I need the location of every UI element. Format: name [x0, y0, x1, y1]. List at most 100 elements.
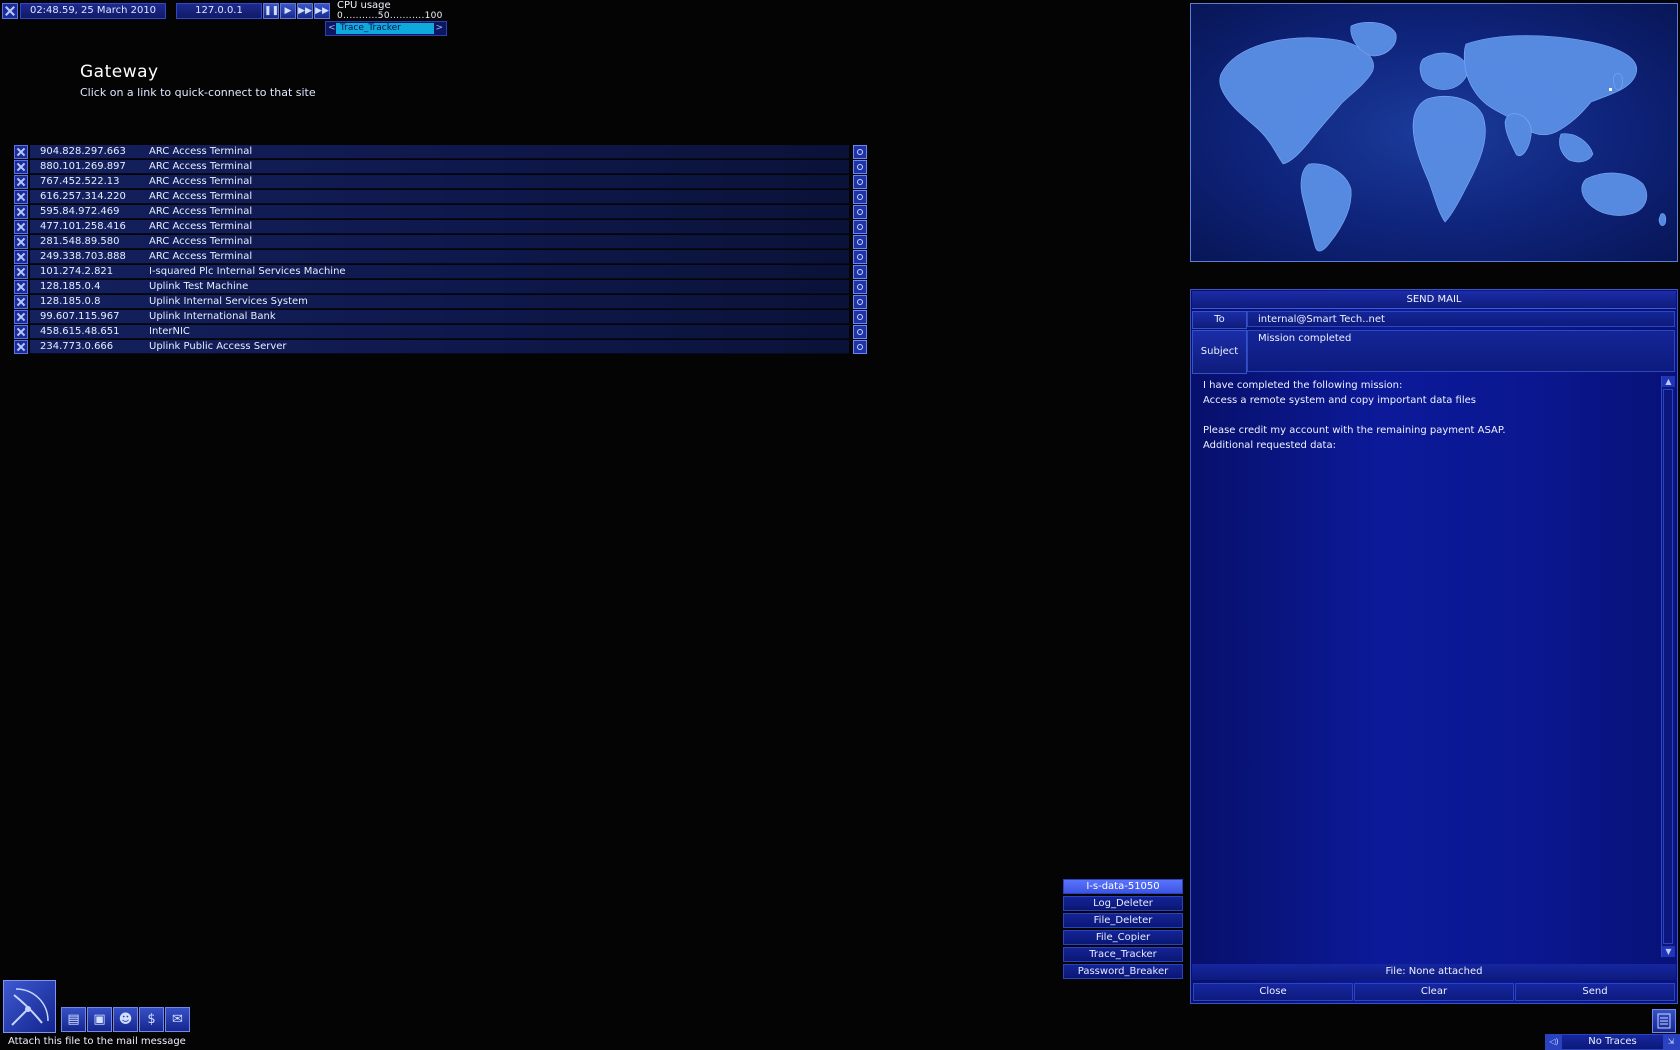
- link-ip[interactable]: 128.185.0.4: [40, 280, 100, 293]
- software-item[interactable]: Log_Deleter: [1063, 896, 1183, 911]
- link-row[interactable]: 281.548.89.580 ARC Access Terminal: [14, 235, 867, 249]
- show-on-map-icon[interactable]: [853, 310, 867, 324]
- link-ip[interactable]: 281.548.89.580: [40, 235, 120, 248]
- fastest-icon[interactable]: ▶▶: [314, 3, 330, 19]
- local-ip-display[interactable]: 127.0.0.1: [176, 3, 262, 19]
- link-ip[interactable]: 880.101.269.897: [40, 160, 126, 173]
- show-on-map-icon[interactable]: [853, 295, 867, 309]
- email-icon[interactable]: ✉: [165, 1007, 190, 1032]
- chevron-right-icon[interactable]: >: [435, 22, 443, 35]
- scroll-up-icon[interactable]: ▲: [1662, 376, 1675, 387]
- software-item[interactable]: Trace_Tracker: [1063, 947, 1183, 962]
- show-on-map-icon[interactable]: [853, 265, 867, 279]
- link-ip[interactable]: 767.452.522.13: [40, 175, 120, 188]
- software-item[interactable]: I-s-data-51050: [1063, 879, 1183, 894]
- main-menu-icon[interactable]: [3, 980, 56, 1033]
- chevron-left-icon[interactable]: <: [328, 22, 336, 35]
- show-on-map-icon[interactable]: [853, 205, 867, 219]
- link-row[interactable]: 880.101.269.897 ARC Access Terminal: [14, 160, 867, 174]
- link-ip[interactable]: 99.607.115.967: [40, 310, 120, 323]
- link-row[interactable]: 477.101.258.416 ARC Access Terminal: [14, 220, 867, 234]
- delete-link-icon[interactable]: [14, 295, 28, 309]
- link-name[interactable]: ARC Access Terminal: [149, 190, 252, 203]
- mail-body[interactable]: I have completed the following mission: …: [1192, 376, 1660, 957]
- link-row[interactable]: 767.452.522.13 ARC Access Terminal: [14, 175, 867, 189]
- personal-icon[interactable]: ☻: [113, 1007, 138, 1032]
- delete-link-icon[interactable]: [14, 310, 28, 324]
- exit-game-icon[interactable]: [2, 3, 18, 19]
- trace-expand-icon[interactable]: ⇲: [1663, 1035, 1679, 1049]
- delete-link-icon[interactable]: [14, 325, 28, 339]
- delete-link-icon[interactable]: [14, 220, 28, 234]
- show-on-map-icon[interactable]: [853, 175, 867, 189]
- link-ip[interactable]: 477.101.258.416: [40, 220, 126, 233]
- delete-link-icon[interactable]: [14, 280, 28, 294]
- finance-icon[interactable]: $: [139, 1007, 164, 1032]
- hardware-icon[interactable]: ▣: [87, 1007, 112, 1032]
- show-on-map-icon[interactable]: [853, 325, 867, 339]
- fast-forward-icon[interactable]: ▶▶: [297, 3, 313, 19]
- delete-link-icon[interactable]: [14, 265, 28, 279]
- delete-link-icon[interactable]: [14, 175, 28, 189]
- show-on-map-icon[interactable]: [853, 250, 867, 264]
- close-button[interactable]: Close: [1193, 983, 1353, 1001]
- link-name[interactable]: ARC Access Terminal: [149, 160, 252, 173]
- link-name[interactable]: I-squared Plc Internal Services Machine: [149, 265, 346, 278]
- link-row[interactable]: 904.828.297.663 ARC Access Terminal: [14, 145, 867, 159]
- notepad-icon[interactable]: [1652, 1009, 1676, 1033]
- link-name[interactable]: ARC Access Terminal: [149, 205, 252, 218]
- link-ip[interactable]: 904.828.297.663: [40, 145, 126, 158]
- world-map[interactable]: [1190, 3, 1678, 262]
- link-ip[interactable]: 458.615.48.651: [40, 325, 120, 338]
- software-item[interactable]: File_Copier: [1063, 930, 1183, 945]
- send-button[interactable]: Send: [1515, 983, 1675, 1001]
- software-icon[interactable]: ▤: [61, 1007, 86, 1032]
- scroll-down-icon[interactable]: ▼: [1662, 946, 1675, 957]
- link-row[interactable]: 128.185.0.8 Uplink Internal Services Syst…: [14, 295, 867, 309]
- link-ip[interactable]: 128.185.0.8: [40, 295, 100, 308]
- show-on-map-icon[interactable]: [853, 190, 867, 204]
- link-row[interactable]: 249.338.703.888 ARC Access Terminal: [14, 250, 867, 264]
- trace-indicator[interactable]: ◁) No Traces ⇲: [1545, 1034, 1680, 1050]
- link-row[interactable]: 616.257.314.220 ARC Access Terminal: [14, 190, 867, 204]
- mail-scrollbar[interactable]: ▲ ▼: [1661, 376, 1675, 957]
- show-on-map-icon[interactable]: [853, 280, 867, 294]
- delete-link-icon[interactable]: [14, 160, 28, 174]
- link-name[interactable]: InterNIC: [149, 325, 190, 338]
- link-name[interactable]: ARC Access Terminal: [149, 235, 252, 248]
- link-name[interactable]: ARC Access Terminal: [149, 220, 252, 233]
- show-on-map-icon[interactable]: [853, 340, 867, 354]
- link-row[interactable]: 234.773.0.666 Uplink Public Access Server: [14, 340, 867, 354]
- show-on-map-icon[interactable]: [853, 160, 867, 174]
- link-ip[interactable]: 249.338.703.888: [40, 250, 126, 263]
- link-row[interactable]: 101.274.2.821 I-squared Plc Internal Serv…: [14, 265, 867, 279]
- subject-field[interactable]: Mission completed: [1247, 330, 1675, 372]
- delete-link-icon[interactable]: [14, 235, 28, 249]
- software-item[interactable]: File_Deleter: [1063, 913, 1183, 928]
- link-ip[interactable]: 595.84.972.469: [40, 205, 120, 218]
- show-on-map-icon[interactable]: [853, 145, 867, 159]
- link-name[interactable]: Uplink Internal Services System: [149, 295, 308, 308]
- play-icon[interactable]: ▶: [280, 3, 296, 19]
- link-ip[interactable]: 234.773.0.666: [40, 340, 113, 353]
- delete-link-icon[interactable]: [14, 250, 28, 264]
- trace-sound-icon[interactable]: ◁): [1546, 1035, 1562, 1049]
- delete-link-icon[interactable]: [14, 190, 28, 204]
- link-name[interactable]: Uplink International Bank: [149, 310, 276, 323]
- link-name[interactable]: Uplink Public Access Server: [149, 340, 287, 353]
- link-ip[interactable]: 616.257.314.220: [40, 190, 126, 203]
- link-name[interactable]: ARC Access Terminal: [149, 250, 252, 263]
- link-name[interactable]: ARC Access Terminal: [149, 145, 252, 158]
- show-on-map-icon[interactable]: [853, 220, 867, 234]
- link-name[interactable]: ARC Access Terminal: [149, 175, 252, 188]
- cpu-program-bar[interactable]: < Trace_Tracker >: [325, 21, 447, 36]
- show-on-map-icon[interactable]: [853, 235, 867, 249]
- delete-link-icon[interactable]: [14, 205, 28, 219]
- link-row[interactable]: 595.84.972.469 ARC Access Terminal: [14, 205, 867, 219]
- link-row[interactable]: 458.615.48.651 InterNIC: [14, 325, 867, 339]
- delete-link-icon[interactable]: [14, 340, 28, 354]
- pause-icon[interactable]: ❚❚: [263, 3, 279, 19]
- link-row[interactable]: 99.607.115.967 Uplink International Bank: [14, 310, 867, 324]
- clear-button[interactable]: Clear: [1354, 983, 1514, 1001]
- to-field[interactable]: internal@Smart Tech..net: [1247, 311, 1675, 327]
